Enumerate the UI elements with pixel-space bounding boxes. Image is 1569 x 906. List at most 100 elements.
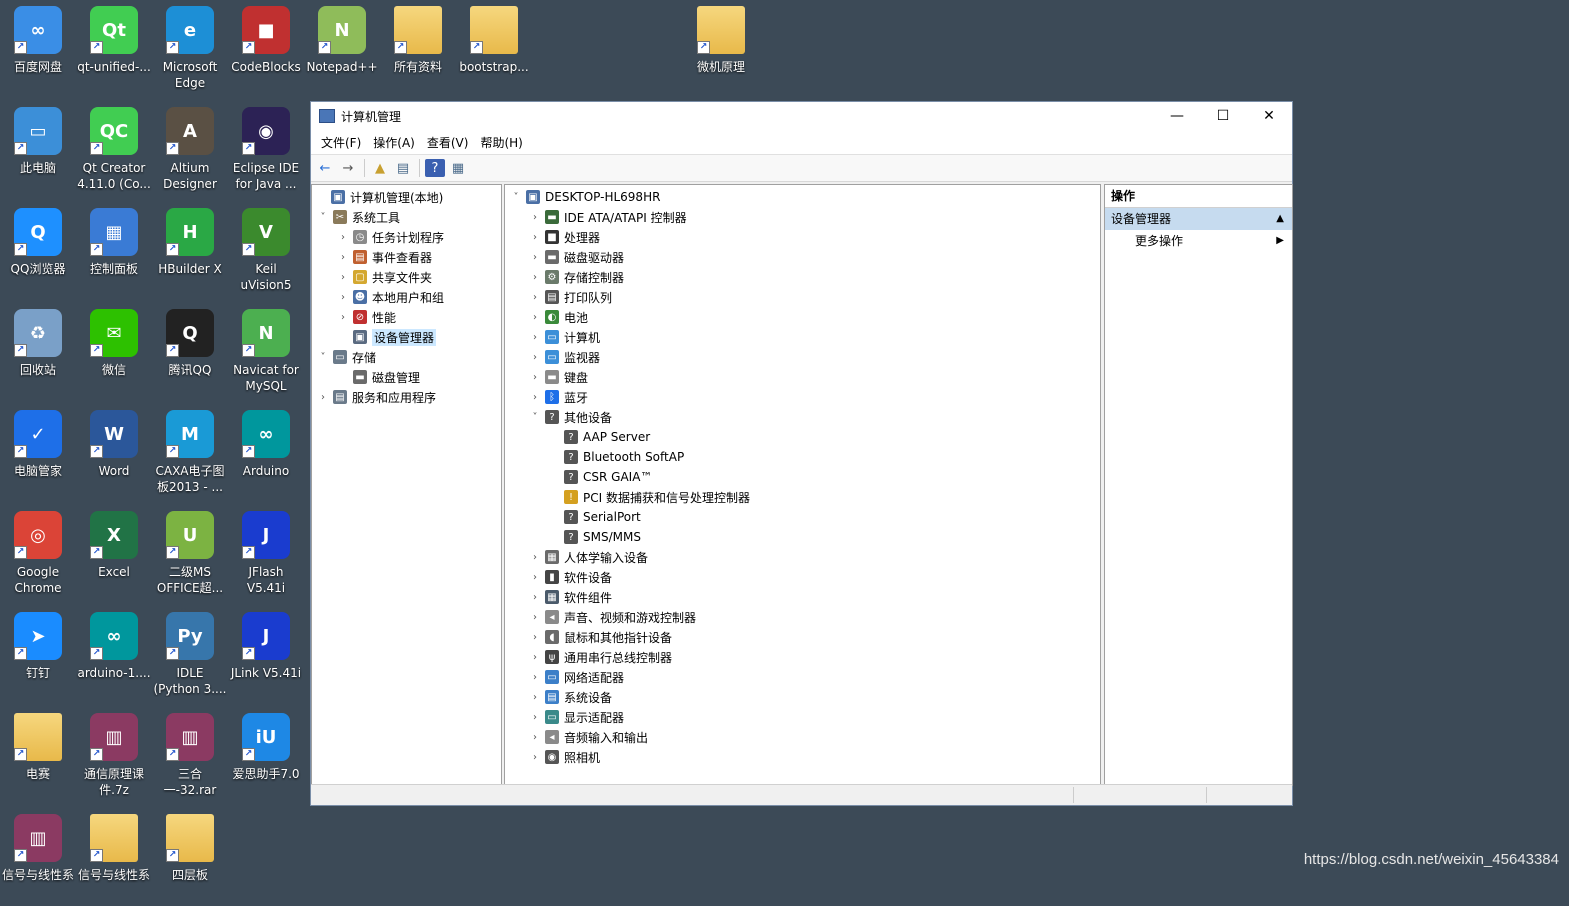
tree-node[interactable]: ˅ ▭ 存储 [316, 347, 376, 367]
desktop-icon[interactable]: Q ↗ QQ浏览器 [0, 202, 76, 300]
tree-node[interactable]: › ◉ 照相机 [528, 747, 600, 767]
desktop-icon[interactable]: N ↗ Navicat for MySQL [228, 303, 304, 401]
tree-node[interactable]: › ▬ 键盘 [528, 367, 588, 387]
tree-node[interactable]: ˅ ▣ DESKTOP-HL698HR [509, 187, 660, 207]
tree-node[interactable]: › ▬ 磁盘驱动器 [528, 247, 624, 267]
tree-node[interactable]: ! PCI 数据捕获和信号处理控制器 [547, 487, 750, 507]
actions-section-device-manager[interactable]: 设备管理器 ▲ [1105, 208, 1292, 230]
chevron-right-icon[interactable]: › [528, 572, 542, 583]
desktop-icon[interactable]: ◉ ↗ Eclipse IDE for Java ... [228, 101, 304, 199]
chevron-right-icon[interactable]: › [528, 212, 542, 223]
minimize-button[interactable]: — [1154, 102, 1200, 130]
tree-node[interactable]: › ☻ 本地用户和组 [336, 287, 444, 307]
desktop-icon[interactable]: ▦ ↗ 控制面板 [76, 202, 152, 300]
chevron-right-icon[interactable]: › [528, 712, 542, 723]
tree-node[interactable]: › ▤ 打印队列 [528, 287, 612, 307]
desktop-icon[interactable]: ✉ ↗ 微信 [76, 303, 152, 401]
tree-node[interactable]: › ▤ 系统设备 [528, 687, 612, 707]
chevron-right-icon[interactable]: › [528, 632, 542, 643]
tree-node[interactable]: ? AAP Server [547, 427, 650, 447]
properties-icon[interactable]: ▦ [448, 159, 468, 177]
desktop-icon[interactable]: ▥ ↗ 信号与线性系 [0, 808, 76, 906]
tree-node[interactable]: › ◐ 电池 [528, 307, 588, 327]
chevron-down-icon[interactable]: ˅ [316, 352, 330, 363]
chevron-right-icon[interactable]: › [528, 552, 542, 563]
tree-node[interactable]: ? Bluetooth SoftAP [547, 447, 684, 467]
desktop-icon[interactable]: QC ↗ Qt Creator 4.11.0 (Co... [76, 101, 152, 199]
tree-node[interactable]: › ▭ 显示适配器 [528, 707, 624, 727]
desktop-icon[interactable]: ■ ↗ CodeBlocks [228, 0, 304, 98]
desktop-icon[interactable]: ∞ ↗ 百度网盘 [0, 0, 76, 98]
chevron-right-icon[interactable]: › [528, 372, 542, 383]
chevron-right-icon[interactable]: › [528, 312, 542, 323]
chevron-right-icon[interactable]: › [528, 352, 542, 363]
desktop-icon[interactable]: ➤ ↗ 钉钉 [0, 606, 76, 704]
desktop-icon[interactable]: ↗ 信号与线性系 [76, 808, 152, 906]
desktop-icon[interactable]: ∞ ↗ arduino-1.... [76, 606, 152, 704]
tree-node[interactable]: ? SMS/MMS [547, 527, 641, 547]
more-actions-item[interactable]: 更多操作 ▶ [1105, 230, 1292, 252]
desktop-icon[interactable]: N ↗ Notepad++ [304, 0, 380, 98]
show-hide-tree-icon[interactable]: ▤ [393, 159, 413, 177]
tree-node[interactable]: ? SerialPort [547, 507, 641, 527]
tree-node[interactable]: ˅ ✂ 系统工具 [316, 207, 400, 227]
forward-icon[interactable]: → [338, 159, 358, 177]
collapse-up-icon[interactable]: ▲ [1276, 208, 1284, 230]
desktop-icon[interactable]: ◎ ↗ Google Chrome [0, 505, 76, 603]
desktop-icon[interactable]: ↗ 微机原理 [683, 0, 759, 98]
tree-node[interactable]: › ⚙ 存储控制器 [528, 267, 624, 287]
desktop-icon[interactable]: ▥ ↗ 三合一-32.rar [152, 707, 228, 805]
chevron-down-icon[interactable]: ˅ [528, 412, 542, 423]
close-button[interactable]: ✕ [1246, 102, 1292, 130]
tree-node[interactable]: › ■ 处理器 [528, 227, 600, 247]
maximize-button[interactable]: ☐ [1200, 102, 1246, 130]
desktop-icon[interactable]: U ↗ 二级MS OFFICE超... [152, 505, 228, 603]
desktop-icon[interactable]: ✓ ↗ 电脑管家 [0, 404, 76, 502]
help-icon[interactable]: ? [425, 159, 445, 177]
tree-node[interactable]: ˅? 其他设备 [528, 407, 612, 427]
menu-item[interactable]: 文件(F) [315, 134, 367, 151]
tree-node[interactable]: › ◷ 任务计划程序 [336, 227, 444, 247]
chevron-right-icon[interactable]: › [336, 312, 350, 323]
chevron-right-icon[interactable]: › [528, 692, 542, 703]
chevron-right-icon[interactable]: › [528, 672, 542, 683]
menu-item[interactable]: 帮助(H) [474, 134, 528, 151]
chevron-right-icon[interactable]: › [528, 732, 542, 743]
up-folder-icon[interactable]: ▲ [370, 159, 390, 177]
chevron-right-icon[interactable]: › [336, 272, 350, 283]
chevron-right-icon[interactable]: › [528, 272, 542, 283]
tree-node[interactable]: › ψ 通用串行总线控制器 [528, 647, 672, 667]
desktop-icon[interactable]: W ↗ Word [76, 404, 152, 502]
tree-node[interactable]: › ᛒ 蓝牙 [528, 387, 588, 407]
chevron-right-icon[interactable]: › [528, 292, 542, 303]
tree-node[interactable]: ? CSR GAIA™ [547, 467, 652, 487]
desktop-icon[interactable]: ▭ ↗ 此电脑 [0, 101, 76, 199]
chevron-down-icon[interactable]: ˅ [316, 212, 330, 223]
desktop-icon[interactable]: H ↗ HBuilder X [152, 202, 228, 300]
tree-node[interactable]: › ▬ IDE ATA/ATAPI 控制器 [528, 207, 687, 227]
desktop-icon[interactable]: M ↗ CAXA电子图 板2013 - ... [152, 404, 228, 502]
desktop-icon[interactable]: ↗ 电赛 [0, 707, 76, 805]
title-bar[interactable]: 计算机管理 — ☐ ✕ [311, 102, 1292, 130]
chevron-down-icon[interactable]: ˅ [509, 192, 523, 203]
desktop-icon[interactable]: J ↗ JLink V5.41i [228, 606, 304, 704]
tree-node[interactable]: ▣ 计算机管理(本地) [314, 187, 443, 207]
chevron-right-icon[interactable]: › [528, 392, 542, 403]
tree-node[interactable]: › ▤ 事件查看器 [336, 247, 432, 267]
desktop-icon[interactable]: iU ↗ 爱思助手7.0 [228, 707, 304, 805]
chevron-right-icon[interactable]: › [528, 232, 542, 243]
back-icon[interactable]: ← [315, 159, 335, 177]
tree-node[interactable]: › ⊘ 性能 [336, 307, 396, 327]
desktop-icon[interactable]: ↗ 所有资料 [380, 0, 456, 98]
console-tree-pane[interactable]: ▣ 计算机管理(本地) ˅ ✂ 系统工具 › ◷ 任务计划程序 › ▤ 事件查看器 › ▢ 共享文件夹 › ☻… [311, 184, 502, 786]
tree-node[interactable]: › ▢ 共享文件夹 [336, 267, 432, 287]
chevron-right-icon[interactable]: › [336, 232, 350, 243]
desktop-icon[interactable]: e ↗ Microsoft Edge [152, 0, 228, 98]
chevron-right-icon[interactable]: › [336, 252, 350, 263]
chevron-right-icon[interactable]: › [528, 592, 542, 603]
desktop-icon[interactable]: Qt ↗ qt-unified-... [76, 0, 152, 98]
chevron-right-icon[interactable]: › [528, 612, 542, 623]
tree-node[interactable]: › ▦ 软件组件 [528, 587, 612, 607]
desktop-icon[interactable]: V ↗ Keil uVision5 [228, 202, 304, 300]
chevron-right-icon[interactable]: › [336, 292, 350, 303]
